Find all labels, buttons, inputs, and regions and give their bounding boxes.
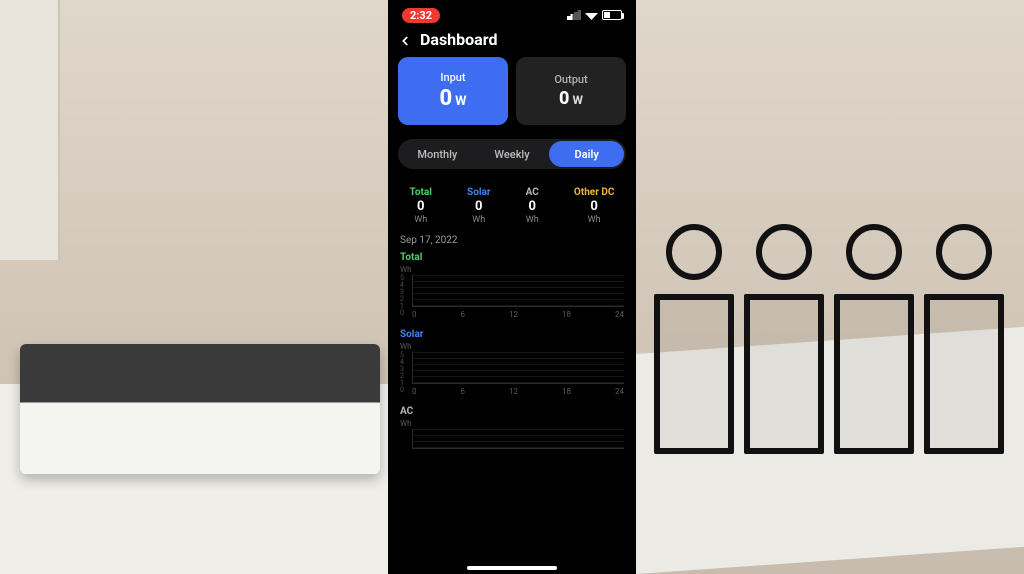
chart-ylabel: Wh [400,342,412,351]
status-bar: 2:32 [388,0,636,26]
io-cards: Input 0 W Output 0 W [388,57,636,125]
3d-printer [654,224,734,454]
stat-ac: AC 0 Wh [526,187,539,225]
stat-total-value: 0 [417,199,424,214]
output-card-value: 0 [559,88,569,109]
chart-solar: Solar Wh 543210 06121824 [388,325,636,402]
segment-weekly[interactable]: Weekly [475,141,550,167]
stat-total-label: Total [410,187,432,198]
chart-ylabel: Wh [400,265,412,274]
chart-date: Sep 17, 2022 [388,233,636,248]
chart-xticks: 06121824 [412,387,624,396]
energy-stats: Total 0 Wh Solar 0 Wh AC 0 Wh Other DC 0… [388,179,636,233]
3d-printer [924,224,1004,454]
stat-solar-unit: Wh [472,215,485,225]
input-card-value: 0 [439,86,452,111]
output-card[interactable]: Output 0 W [516,57,626,125]
chart-plot-area[interactable] [412,275,624,307]
stat-ac-label: AC [526,187,539,198]
chart-solar-title: Solar [400,329,624,340]
chart-xticks: 06121824 [412,310,624,319]
input-card-label: Input [440,71,465,84]
wifi-icon [585,10,598,20]
stat-other-dc-value: 0 [590,199,597,214]
chart-yticks: 543210 [400,352,404,384]
input-card-unit: W [455,94,466,109]
chart-total: Total Wh 543210 06121824 [388,248,636,325]
chart-ac-title: AC [400,406,624,417]
segment-monthly[interactable]: Monthly [400,141,475,167]
wall-cabinet [0,0,60,260]
header: Dashboard [388,26,636,57]
segment-daily[interactable]: Daily [549,141,624,167]
battery-icon [602,10,622,20]
chart-ac: AC Wh [388,402,636,455]
stat-total: Total 0 Wh [410,187,432,225]
3d-printer [744,224,824,454]
output-card-label: Output [554,73,587,86]
stat-ac-unit: Wh [526,215,539,225]
back-button[interactable] [398,33,412,47]
chart-ylabel: Wh [400,419,412,428]
stat-other-dc-unit: Wh [588,215,601,225]
3d-printer [834,224,914,454]
stat-total-unit: Wh [414,215,427,225]
input-card[interactable]: Input 0 W [398,57,508,125]
phone-screen: 2:32 Dashboard Input 0 W Output 0 W [388,0,636,574]
output-card-unit: W [572,93,583,107]
recording-time-pill[interactable]: 2:32 [402,8,440,23]
stat-solar-label: Solar [467,187,490,198]
chart-plot-area[interactable] [412,352,624,384]
stat-ac-value: 0 [528,199,535,214]
background-left [0,0,388,574]
stat-other-dc: Other DC 0 Wh [574,187,614,225]
chart-total-title: Total [400,252,624,263]
laser-cutter-device [20,344,380,474]
stat-other-dc-label: Other DC [574,187,614,198]
chart-plot-area[interactable] [412,429,624,449]
page-title: Dashboard [420,30,497,49]
home-indicator[interactable] [467,566,557,570]
background-right [636,0,1024,574]
chart-yticks: 543210 [400,275,404,307]
period-segmented-control: Monthly Weekly Daily [398,139,626,169]
cellular-signal-icon [567,10,581,20]
stat-solar: Solar 0 Wh [467,187,490,225]
stat-solar-value: 0 [475,199,482,214]
